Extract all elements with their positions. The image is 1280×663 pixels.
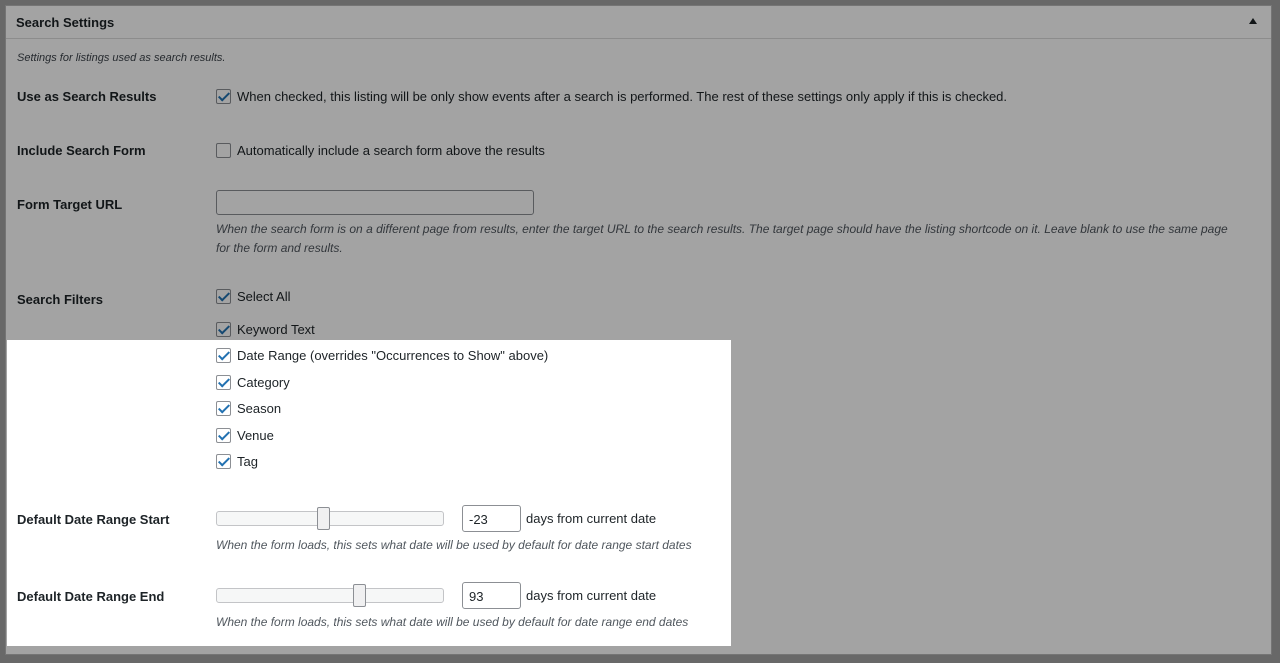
form-target-url-help-line2: for the form and results.: [216, 241, 343, 255]
form-target-url-input[interactable]: [216, 190, 534, 215]
use-search-results-checkbox[interactable]: [216, 89, 231, 104]
filter-select-all-checkbox[interactable]: [216, 289, 231, 304]
date-range-end-slider-handle[interactable]: [353, 584, 366, 607]
date-range-start-help: When the form loads, this sets what date…: [216, 538, 692, 552]
date-range-end-help: When the form loads, this sets what date…: [216, 615, 689, 629]
panel-title: Search Settings: [16, 15, 115, 30]
filter-category-checkbox[interactable]: [216, 375, 231, 390]
collapse-triangle-icon[interactable]: [1249, 18, 1257, 24]
date-range-start-suffix: days from current date: [526, 511, 657, 526]
use-search-results-text: When checked, this listing will be only …: [237, 89, 1008, 104]
filter-tag-checkbox[interactable]: [216, 454, 231, 469]
date-range-start-input[interactable]: -23: [462, 505, 521, 532]
search-settings-panel: Search Settings Settings for listings us…: [5, 5, 1272, 655]
search-filters-label: Search Filters: [17, 292, 103, 307]
panel-header[interactable]: Search Settings: [6, 6, 1271, 39]
filter-keyword-text-checkbox[interactable]: [216, 322, 231, 337]
filter-tag-label: Tag: [237, 454, 258, 469]
date-range-end-slider[interactable]: [216, 584, 444, 607]
filter-category-label: Category: [237, 375, 290, 390]
filter-season-label: Season: [237, 401, 282, 416]
include-search-form-checkbox[interactable]: [216, 143, 231, 158]
date-range-end-suffix: days from current date: [526, 588, 657, 603]
filter-venue-label: Venue: [237, 428, 274, 443]
filter-select-all-label: Select All: [237, 289, 291, 304]
date-range-end-input[interactable]: 93: [462, 582, 521, 609]
form-target-url-help-line1: When the search form is on a different p…: [216, 222, 1228, 236]
form-target-url-label: Form Target URL: [17, 197, 123, 212]
filter-date-range-label: Date Range (overrides "Occurrences to Sh…: [237, 348, 549, 363]
filter-venue-checkbox[interactable]: [216, 428, 231, 443]
date-range-start-slider-handle[interactable]: [317, 507, 330, 530]
date-range-end-label: Default Date Range End: [17, 589, 165, 604]
date-range-start-label: Default Date Range Start: [17, 512, 170, 527]
date-range-start-slider[interactable]: [216, 507, 444, 530]
filter-date-range-checkbox[interactable]: [216, 348, 231, 363]
include-search-form-label: Include Search Form: [17, 143, 146, 158]
include-search-form-text: Automatically include a search form abov…: [237, 143, 545, 158]
panel-description: Settings for listings used as search res…: [17, 52, 226, 64]
filter-keyword-text-label: Keyword Text: [237, 322, 315, 337]
use-search-results-label: Use as Search Results: [17, 89, 157, 104]
filter-season-checkbox[interactable]: [216, 401, 231, 416]
